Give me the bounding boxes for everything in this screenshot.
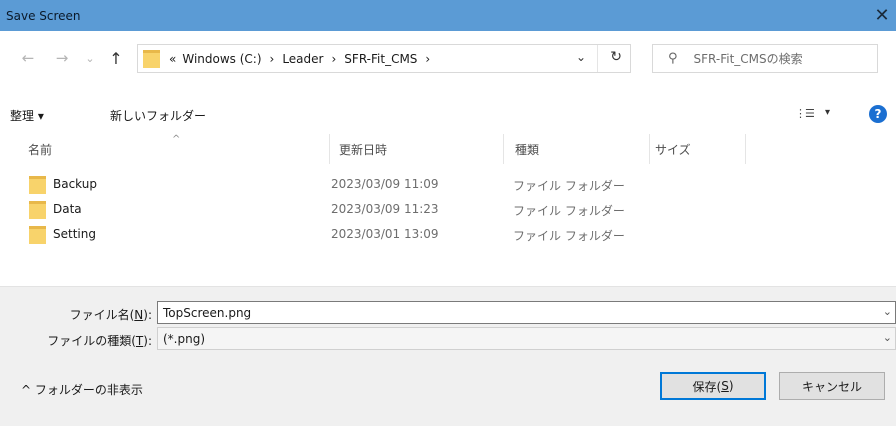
overflow-chevron[interactable]: «	[169, 52, 176, 66]
filename-value[interactable]: TopScreen.png	[163, 306, 251, 320]
filename-dropdown-icon[interactable]: ⌄	[883, 305, 892, 318]
refresh-icon[interactable]: ↻	[610, 49, 622, 65]
up-button[interactable]: ↑	[106, 47, 126, 69]
filename-label-suffix: ):	[143, 308, 152, 322]
close-icon[interactable]: ✕	[868, 0, 896, 31]
recent-locations-button[interactable]: ⌄	[80, 47, 100, 69]
column-divider[interactable]	[745, 134, 746, 164]
folder-icon	[143, 49, 160, 68]
column-header-type[interactable]: 種類	[515, 134, 645, 164]
filetype-label-text: ファイルの種類(	[47, 334, 136, 348]
column-header-size[interactable]: サイズ	[655, 134, 740, 164]
hide-folders-toggle[interactable]: ^ フォルダーの非表示	[21, 381, 143, 398]
filename-label-accesskey: N	[134, 308, 144, 322]
list-item[interactable]: Backup 2023/03/09 11:09 ファイル フォルダー	[0, 172, 896, 197]
breadcrumb-drive[interactable]: Windows (C:)	[182, 52, 261, 66]
folder-icon	[29, 176, 46, 194]
view-options-icon[interactable]: ⋮☰	[795, 107, 815, 120]
new-folder-button[interactable]: 新しいフォルダー	[110, 107, 206, 124]
help-icon[interactable]: ?	[869, 105, 887, 123]
window-title: Save Screen	[6, 8, 81, 23]
filetype-dropdown-icon[interactable]: ⌄	[883, 331, 892, 344]
list-item[interactable]: Data 2023/03/09 11:23 ファイル フォルダー	[0, 197, 896, 222]
search-box[interactable]: ⚲ SFR-Fit_CMSの検索	[652, 44, 878, 73]
column-header-modified[interactable]: 更新日時	[339, 134, 499, 164]
save-button[interactable]: 保存(S)	[660, 372, 766, 400]
back-button[interactable]: ←	[18, 47, 38, 69]
filename-label: ファイル名(N):	[60, 306, 152, 323]
file-name: Data	[53, 202, 82, 216]
folder-icon	[29, 226, 46, 244]
breadcrumb-leader[interactable]: Leader	[282, 52, 323, 66]
list-item[interactable]: Setting 2023/03/01 13:09 ファイル フォルダー	[0, 222, 896, 247]
organize-menu[interactable]: 整理 ▾	[10, 107, 44, 124]
file-modified: 2023/03/01 13:09	[331, 227, 439, 241]
address-row: ← → ⌄ ↑ « Windows (C:) › Leader › SFR-Fi…	[0, 31, 896, 87]
cancel-button[interactable]: キャンセル	[779, 372, 885, 400]
breadcrumb-sfr-fit-cms[interactable]: SFR-Fit_CMS	[344, 52, 417, 66]
file-type: ファイル フォルダー	[513, 229, 625, 243]
breadcrumb-separator[interactable]: ›	[425, 52, 430, 66]
view-dropdown-icon[interactable]: ▾	[825, 107, 830, 118]
column-divider[interactable]	[503, 134, 504, 164]
save-button-accesskey: S	[721, 379, 729, 393]
column-divider[interactable]	[329, 134, 330, 164]
filetype-label: ファイルの種類(T):	[20, 332, 152, 349]
filename-input[interactable]: TopScreen.png ⌄	[157, 301, 896, 324]
file-modified: 2023/03/09 11:09	[331, 177, 439, 191]
folder-icon	[29, 201, 46, 219]
filetype-value[interactable]: (*.png)	[163, 332, 205, 346]
address-bar[interactable]: « Windows (C:) › Leader › SFR-Fit_CMS › …	[137, 44, 631, 73]
search-input[interactable]: SFR-Fit_CMSの検索	[694, 50, 803, 67]
search-icon: ⚲	[668, 51, 678, 66]
filename-label-text: ファイル名(	[69, 308, 135, 322]
filetype-select[interactable]: (*.png) ⌄	[157, 327, 896, 350]
column-header-name[interactable]: 名前	[28, 134, 328, 164]
file-name: Backup	[53, 177, 97, 191]
save-button-label: 保存(	[692, 379, 722, 394]
file-name: Setting	[53, 227, 96, 241]
save-form-panel: ファイル名(N): TopScreen.png ⌄ ファイルの種類(T): (*…	[0, 286, 896, 426]
filetype-label-suffix: ):	[143, 334, 152, 348]
breadcrumb-separator[interactable]: ›	[331, 52, 336, 66]
file-type: ファイル フォルダー	[513, 179, 625, 193]
file-list: ^ 名前 更新日時 種類 サイズ Backup 2023/03/09 11:09…	[0, 134, 896, 286]
breadcrumb-separator[interactable]: ›	[270, 52, 275, 66]
save-button-suffix: )	[728, 379, 734, 393]
column-divider[interactable]	[649, 134, 650, 164]
file-type: ファイル フォルダー	[513, 204, 625, 218]
title-bar: Save Screen ✕	[0, 0, 896, 31]
command-bar: 整理 ▾ 新しいフォルダー ⋮☰ ▾ ?	[0, 94, 896, 134]
file-modified: 2023/03/09 11:23	[331, 202, 439, 216]
forward-button[interactable]: →	[52, 47, 72, 69]
address-divider	[597, 45, 598, 72]
address-dropdown-icon[interactable]: ⌄	[576, 50, 586, 64]
